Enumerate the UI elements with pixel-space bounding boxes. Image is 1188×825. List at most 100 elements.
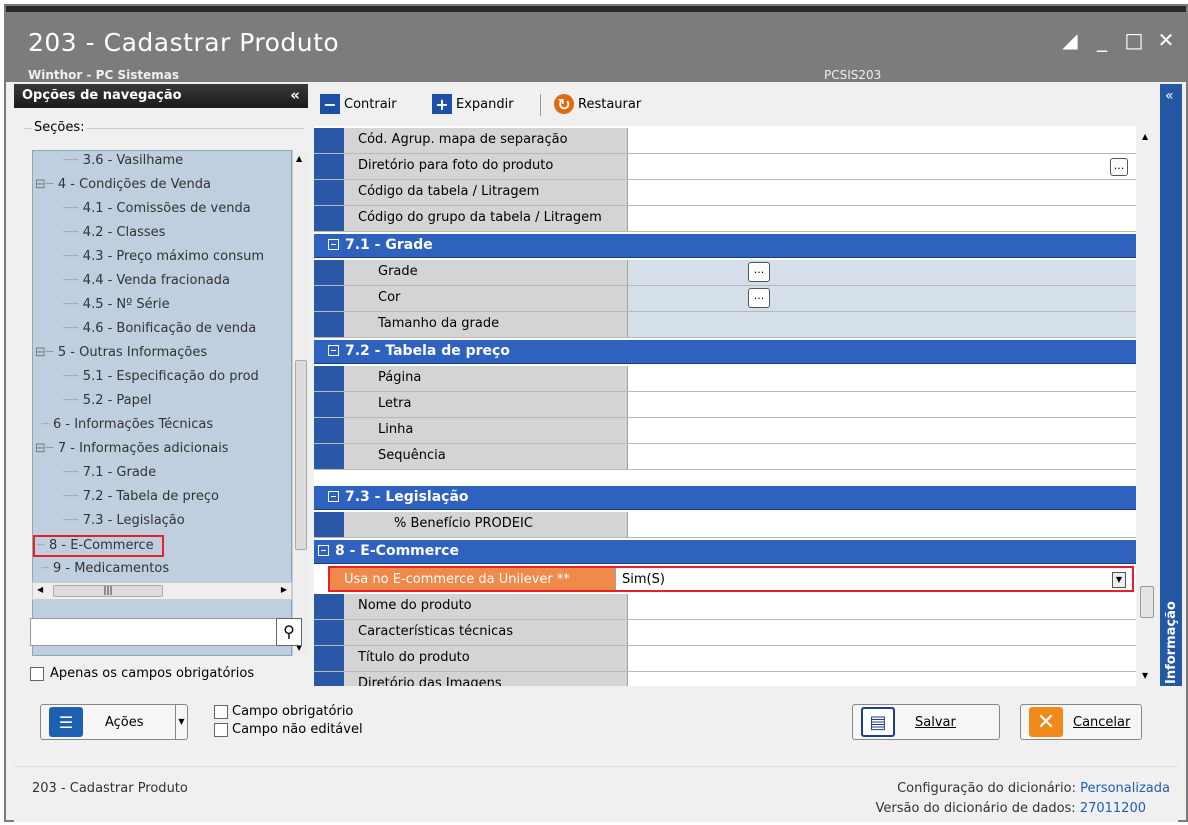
grid-row[interactable]: Cor ... <box>314 286 1136 312</box>
grid-row[interactable]: Linha <box>314 418 1136 444</box>
status-version: Versão do dicionário de dados: 27011200 <box>875 801 1147 816</box>
tree-item-8-selected[interactable]: ┈ 8 - E-Commerce <box>33 535 164 557</box>
browse-folder-button[interactable]: ... <box>1110 158 1128 176</box>
grid-row[interactable]: % Benefício PRODEIC <box>314 512 1136 538</box>
actions-button[interactable]: ☰ Ações ▼ <box>40 704 188 740</box>
status-program: 203 - Cadastrar Produto <box>32 781 188 796</box>
refresh-icon: ↻ <box>554 94 574 114</box>
save-button[interactable]: ▤ Salvar <box>852 704 1000 740</box>
collapse-right-icon[interactable]: « <box>1165 88 1174 104</box>
minus-icon: − <box>320 94 340 114</box>
collapse-group-icon[interactable] <box>328 345 339 356</box>
collapse-group-icon[interactable] <box>318 545 329 556</box>
maximize-icon[interactable]: □ <box>1124 30 1144 50</box>
tree-item-4-3[interactable]: ┈┈ 4.3 - Preço máximo consum <box>63 249 264 264</box>
grid-scroll-thumb[interactable] <box>1140 586 1154 618</box>
minimize-icon[interactable]: _ <box>1092 30 1112 50</box>
tree-item-4-6[interactable]: ┈┈ 4.6 - Bonificação de venda <box>63 321 256 336</box>
cancel-icon: ✕ <box>1029 707 1063 737</box>
grid-row[interactable]: Página <box>314 366 1136 392</box>
grid-row[interactable]: Letra <box>314 392 1136 418</box>
navigation-title: Opções de navegação <box>22 88 182 103</box>
tree-item-6[interactable]: ┈ 6 - Informações Técnicas <box>41 417 213 432</box>
property-grid: Cód. Agrup. mapa de separação Diretório … <box>314 126 1136 686</box>
scroll-right-icon[interactable]: ▶ <box>281 585 287 594</box>
scroll-up-icon[interactable]: ▲ <box>296 154 302 163</box>
tree-item-9[interactable]: ┈ 9 - Medicamentos <box>41 561 169 576</box>
grid-row[interactable]: Diretório para foto do produto ... <box>314 154 1136 180</box>
scroll-up-icon[interactable]: ▲ <box>1142 132 1148 141</box>
program-code: PCSIS203 <box>824 68 882 82</box>
window-title: 203 - Cadastrar Produto <box>28 28 340 57</box>
tree-item-7-3[interactable]: ┈┈ 7.3 - Legislação <box>63 513 185 528</box>
actions-dropdown-icon[interactable]: ▼ <box>175 705 187 739</box>
toolbar-divider <box>540 94 541 116</box>
grid-row[interactable]: Título do produto <box>314 646 1136 672</box>
tree-vscroll-thumb[interactable] <box>295 360 307 550</box>
grade-lookup-button[interactable]: ... <box>748 262 770 282</box>
navigation-header: Opções de navegação « <box>14 84 308 108</box>
window-controls: ◢ _ □ ✕ <box>1060 30 1176 50</box>
color-lookup-button[interactable]: ... <box>748 288 770 308</box>
close-icon[interactable]: ✕ <box>1156 30 1176 50</box>
tree-vertical-scrollbar[interactable]: ▲ ▼ <box>292 150 308 656</box>
chevron-down-icon[interactable]: ▼ <box>1112 572 1126 588</box>
collapse-left-icon[interactable]: « <box>290 86 300 104</box>
expand-button[interactable]: + Expandir <box>432 94 514 114</box>
only-required-check[interactable] <box>30 666 44 681</box>
grid-row[interactable]: Diretório das Imagens <box>314 672 1136 686</box>
group-header-legislacao[interactable]: 7.3 - Legislação <box>314 486 1136 510</box>
plus-icon: + <box>432 94 452 114</box>
tree-item-3-6[interactable]: ┈┈ 3.6 - Vasilhame <box>63 153 183 168</box>
grid-row[interactable]: Grade ... <box>314 260 1136 286</box>
ecommerce-unilever-select[interactable]: Sim(S) ▼ <box>616 568 1132 590</box>
tree-item-7-1[interactable]: ┈┈ 7.1 - Grade <box>63 465 156 480</box>
grid-row[interactable]: Código do grupo da tabela / Litragem <box>314 206 1136 232</box>
tree-item-5-1[interactable]: ┈┈ 5.1 - Especificação do prod <box>63 369 259 384</box>
tree-item-5-2[interactable]: ┈┈ 5.2 - Papel <box>63 393 152 408</box>
group-header-preco[interactable]: 7.2 - Tabela de preço <box>314 340 1136 364</box>
grid-vertical-scrollbar[interactable]: ▲ ▼ <box>1138 126 1156 686</box>
actions-icon: ☰ <box>49 707 83 737</box>
tree-horizontal-scrollbar[interactable]: ◀ ||| ▶ <box>32 582 292 600</box>
sections-label: Seções: <box>32 120 87 135</box>
search-input[interactable] <box>30 618 278 646</box>
title-bar: 203 - Cadastrar Produto Winthor - PC Sis… <box>6 6 1186 82</box>
window-subtitle: Winthor - PC Sistemas <box>28 68 179 82</box>
search-icon[interactable]: ⚲ <box>276 618 302 646</box>
info-tab-label: Informação <box>1164 601 1179 684</box>
grid-row-ecommerce-unilever[interactable]: Usa no E-commerce da Unilever ** Sim(S) … <box>328 566 1134 592</box>
grid-row[interactable]: Características técnicas <box>314 620 1136 646</box>
tree-item-4-5[interactable]: ┈┈ 4.5 - Nº Série <box>63 297 170 312</box>
restore-button[interactable]: ↻ Restaurar <box>554 94 641 114</box>
cancel-button[interactable]: ✕ Cancelar <box>1020 704 1142 740</box>
collapse-group-icon[interactable] <box>328 239 339 250</box>
scroll-down-icon[interactable]: ▼ <box>1142 671 1148 680</box>
grid-row[interactable]: Código da tabela / Litragem <box>314 180 1136 206</box>
tree-item-7[interactable]: ⊟┈ 7 - Informações adicionais <box>35 441 229 456</box>
grid-row[interactable]: Sequência <box>314 444 1136 470</box>
grid-row[interactable]: Tamanho da grade <box>314 312 1136 338</box>
grid-toolbar: − Contrair + Expandir ↻ Restaurar <box>314 90 1160 120</box>
info-side-tab[interactable]: « Informação <box>1160 84 1182 686</box>
grid-row[interactable]: Cód. Agrup. mapa de separação <box>314 128 1136 154</box>
status-bar: 203 - Cadastrar Produto Configuração do … <box>14 766 1178 822</box>
tree-item-7-2[interactable]: ┈┈ 7.2 - Tabela de preço <box>63 489 219 504</box>
tree-item-4-4[interactable]: ┈┈ 4.4 - Venda fracionada <box>63 273 230 288</box>
tree-item-4-1[interactable]: ┈┈ 4.1 - Comissões de venda <box>63 201 251 216</box>
tree-hscroll-thumb[interactable]: ||| <box>53 585 163 597</box>
group-header-grade[interactable]: 7.1 - Grade <box>314 234 1136 258</box>
grid-row[interactable]: Nome do produto <box>314 594 1136 620</box>
group-header-ecommerce[interactable]: 8 - E-Commerce <box>314 540 1136 564</box>
tree-item-5[interactable]: ⊟┈ 5 - Outras Informações <box>35 345 207 360</box>
tree-item-4[interactable]: ⊟┈ 4 - Condições de Venda <box>35 177 211 192</box>
collapse-group-icon[interactable] <box>328 491 339 502</box>
collapse-button[interactable]: − Contrair <box>320 94 397 114</box>
restore-icon[interactable]: ◢ <box>1060 30 1080 50</box>
save-icon: ▤ <box>861 707 895 737</box>
only-required-label: Apenas os campos obrigatórios <box>50 666 255 681</box>
tree-item-4-2[interactable]: ┈┈ 4.2 - Classes <box>63 225 165 240</box>
scroll-left-icon[interactable]: ◀ <box>37 585 43 594</box>
only-required-checkbox[interactable]: Apenas os campos obrigatórios <box>30 666 254 681</box>
action-bar: ☰ Ações ▼ Campo obrigatório Campo não ed… <box>14 690 1178 756</box>
